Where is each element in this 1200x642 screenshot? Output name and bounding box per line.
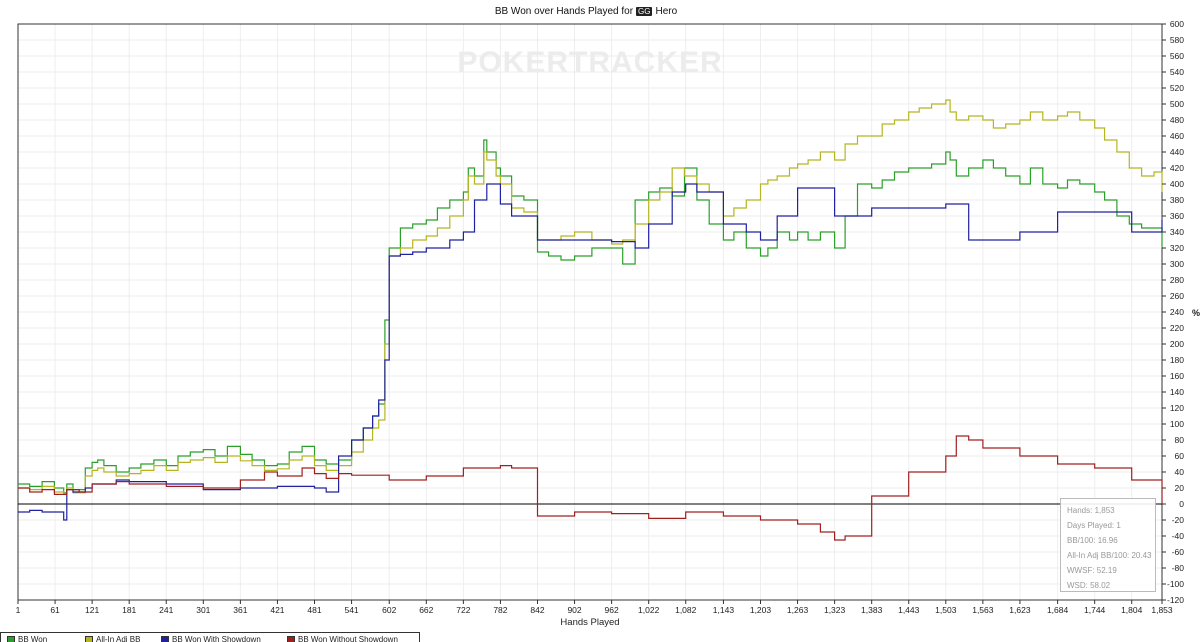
y-tick-label: 600 (1170, 19, 1184, 29)
x-tick-label: 1,503 (935, 605, 957, 615)
x-tick-label: 61 (50, 605, 60, 615)
y-tick-label: 220 (1170, 323, 1184, 333)
stats-line: All-In Adj BB/100: 20.43 (1067, 551, 1152, 560)
legend-item[interactable]: BB Won (7, 636, 47, 642)
y-tick-label: 240 (1170, 307, 1184, 317)
x-axis-label: Hands Played (560, 617, 619, 628)
x-tick-label: 1,623 (1009, 605, 1031, 615)
legend-label: All-In Adj BB (96, 635, 141, 642)
x-tick-label: 1,853 (1151, 605, 1173, 615)
x-tick-label: 1,082 (675, 605, 697, 615)
x-tick-label: 1,203 (750, 605, 772, 615)
x-tick-label: 722 (456, 605, 470, 615)
y-tick-label: 280 (1170, 275, 1184, 285)
x-tick-label: 662 (419, 605, 433, 615)
x-tick-label: 782 (493, 605, 507, 615)
y-tick-label: 260 (1170, 291, 1184, 301)
legend-swatch (7, 636, 15, 642)
x-tick-label: 1,323 (824, 605, 846, 615)
y-tick-label: 300 (1170, 259, 1184, 269)
legend-item[interactable]: BB Won With Showdown (161, 636, 261, 642)
legend-item[interactable]: BB Won Without Showdown (287, 636, 398, 642)
y-tick-label: 80 (1175, 435, 1185, 445)
y-tick-label: 520 (1170, 83, 1184, 93)
x-tick-label: 121 (85, 605, 99, 615)
x-tick-label: 361 (233, 605, 247, 615)
x-tick-label: 181 (122, 605, 136, 615)
x-tick-label: 602 (382, 605, 396, 615)
watermark-logo: POKERTRACKER (457, 46, 722, 79)
y-tick-label: -80 (1172, 563, 1185, 573)
y-tick-label: 120 (1170, 403, 1184, 413)
x-tick-label: 962 (605, 605, 619, 615)
y-tick-label: 180 (1170, 355, 1184, 365)
y-tick-label: -60 (1172, 547, 1185, 557)
x-tick-label: 842 (530, 605, 544, 615)
x-tick-label: 1,383 (861, 605, 883, 615)
x-tick-label: 241 (159, 605, 173, 615)
stats-line: Hands: 1,853 (1067, 506, 1115, 515)
stats-line: WWSF: 52.19 (1067, 566, 1117, 575)
x-tick-label: 1,143 (713, 605, 735, 615)
y-tick-label: -120 (1167, 595, 1184, 605)
x-tick-label: 1,744 (1084, 605, 1106, 615)
stats-line: Days Played: 1 (1067, 521, 1121, 530)
x-tick-label: 421 (270, 605, 284, 615)
y-tick-label: 360 (1170, 211, 1184, 221)
x-tick-label: 1,443 (898, 605, 920, 615)
y-tick-label: 140 (1170, 387, 1184, 397)
legend-label: BB Won Without Showdown (298, 635, 398, 642)
y-tick-label: 560 (1170, 51, 1184, 61)
y-tick-label: 60 (1175, 451, 1185, 461)
y-axis-label: % (1192, 308, 1200, 318)
legend-item[interactable]: All-In Adj BB (85, 636, 140, 642)
legend-label: BB Won With Showdown (172, 635, 261, 642)
y-tick-label: 340 (1170, 227, 1184, 237)
y-tick-label: 400 (1170, 179, 1184, 189)
y-tick-label: 580 (1170, 35, 1184, 45)
y-tick-label: 500 (1170, 99, 1184, 109)
stats-line: BB/100: 16.96 (1067, 536, 1118, 545)
y-tick-label: 440 (1170, 147, 1184, 157)
y-tick-label: 40 (1175, 467, 1185, 477)
y-tick-label: 160 (1170, 371, 1184, 381)
y-tick-label: 380 (1170, 195, 1184, 205)
chart-legend: BB Won All-In Adj BB BB Won With Showdown B… (0, 632, 420, 642)
y-tick-label: 460 (1170, 131, 1184, 141)
legend-label: BB Won (18, 635, 48, 642)
stats-line: WSD: 58.02 (1067, 581, 1111, 590)
y-tick-label: 540 (1170, 67, 1184, 77)
legend-swatch (161, 636, 169, 642)
y-tick-label: 100 (1170, 419, 1184, 429)
y-tick-label: 20 (1175, 483, 1185, 493)
x-tick-label: 1,563 (972, 605, 994, 615)
x-tick-label: 301 (196, 605, 210, 615)
y-tick-label: 420 (1170, 163, 1184, 173)
stats-box: Hands: 1,853 Days Played: 1 BB/100: 16.96 A… (1060, 498, 1156, 592)
x-tick-label: 1,804 (1121, 605, 1143, 615)
x-tick-label: 1 (16, 605, 21, 615)
y-tick-label: 320 (1170, 243, 1184, 253)
y-tick-label: 480 (1170, 115, 1184, 125)
x-tick-label: 1,263 (787, 605, 809, 615)
y-tick-label: -40 (1172, 531, 1185, 541)
y-tick-label: -20 (1172, 515, 1185, 525)
chart-plot: POKERTRACKER6005805605405205004804604404… (16, 19, 1200, 628)
x-tick-label: 1,022 (638, 605, 660, 615)
y-tick-label: -100 (1167, 579, 1184, 589)
x-tick-label: 541 (344, 605, 358, 615)
y-tick-label: 200 (1170, 339, 1184, 349)
x-tick-label: 481 (307, 605, 321, 615)
legend-swatch (287, 636, 295, 642)
x-tick-label: 902 (567, 605, 581, 615)
legend-swatch (85, 636, 93, 642)
y-tick-label: 0 (1179, 499, 1184, 509)
x-tick-label: 1,684 (1047, 605, 1069, 615)
